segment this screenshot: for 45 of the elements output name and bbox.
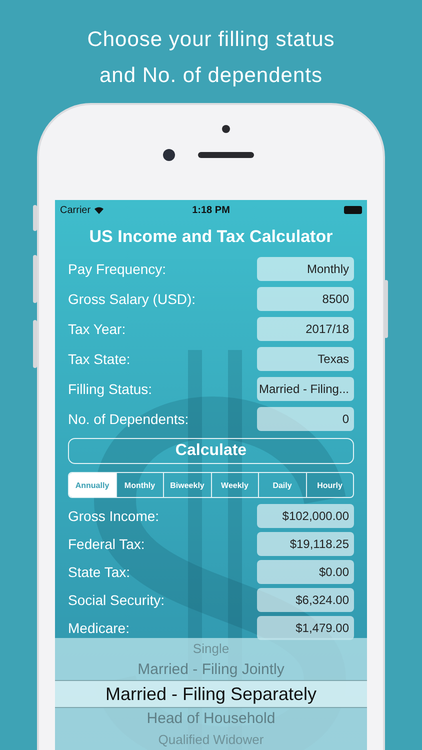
period-tab[interactable]: Annually	[69, 473, 116, 497]
field-label: Filling Status:	[68, 381, 152, 397]
wifi-icon	[94, 206, 104, 214]
filing-status-picker[interactable]: Single Married - Filing Jointly Married - Filing Separately Head of Household Qualified Widower	[55, 638, 367, 750]
result-value: $6,324.00	[257, 588, 354, 612]
result-value: $0.00	[257, 560, 354, 584]
input-field[interactable]: 2017/18	[257, 317, 354, 341]
result-label: Gross Income:	[68, 508, 160, 524]
input-field[interactable]: 0	[257, 407, 354, 431]
picker-option[interactable]: Head of Household	[55, 708, 367, 729]
calculate-button[interactable]: Calculate	[68, 438, 354, 464]
period-tab[interactable]: Biweekly	[163, 473, 210, 497]
field-label: Pay Frequency:	[68, 261, 166, 277]
app-title: US Income and Tax Calculator	[88, 226, 334, 248]
result-value: $19,118.25	[257, 532, 354, 556]
battery-icon	[344, 206, 362, 214]
headline: Choose your filling status	[87, 27, 335, 53]
sensor-dot	[222, 125, 230, 133]
period-tab[interactable]: Weekly	[210, 473, 258, 497]
result-value: $1,479.00	[257, 616, 354, 640]
result-label: Social Security:	[68, 592, 164, 608]
headline: and No. of dependents	[99, 63, 322, 89]
speaker-grille	[198, 152, 254, 158]
picker-option[interactable]: Married - Filing Separately	[55, 680, 367, 708]
carrier-label: Carrier	[60, 204, 91, 216]
picker-option[interactable]: Single	[55, 638, 367, 660]
field-label: Gross Salary (USD):	[68, 291, 196, 307]
camera-icon	[163, 149, 175, 161]
result-label: State Tax:	[68, 564, 130, 580]
input-field[interactable]: Monthly	[257, 257, 354, 281]
status-time: 1:18 PM	[192, 204, 230, 216]
period-tab[interactable]: Daily	[258, 473, 306, 497]
input-field[interactable]: 8500	[257, 287, 354, 311]
field-label: Tax State:	[68, 351, 130, 367]
result-label: Medicare:	[68, 620, 130, 636]
result-label: Federal Tax:	[68, 536, 145, 552]
field-label: Tax Year:	[68, 321, 126, 337]
field-label: No. of Dependents:	[68, 411, 189, 427]
period-tab[interactable]: Monthly	[116, 473, 163, 497]
input-field[interactable]: Texas	[257, 347, 354, 371]
result-value: $102,000.00	[257, 504, 354, 528]
input-field[interactable]: Married - Filing...	[257, 377, 354, 401]
picker-option[interactable]: Qualified Widower	[55, 728, 367, 750]
period-tab[interactable]: Hourly	[306, 473, 353, 497]
picker-option[interactable]: Married - Filing Jointly	[55, 659, 367, 680]
